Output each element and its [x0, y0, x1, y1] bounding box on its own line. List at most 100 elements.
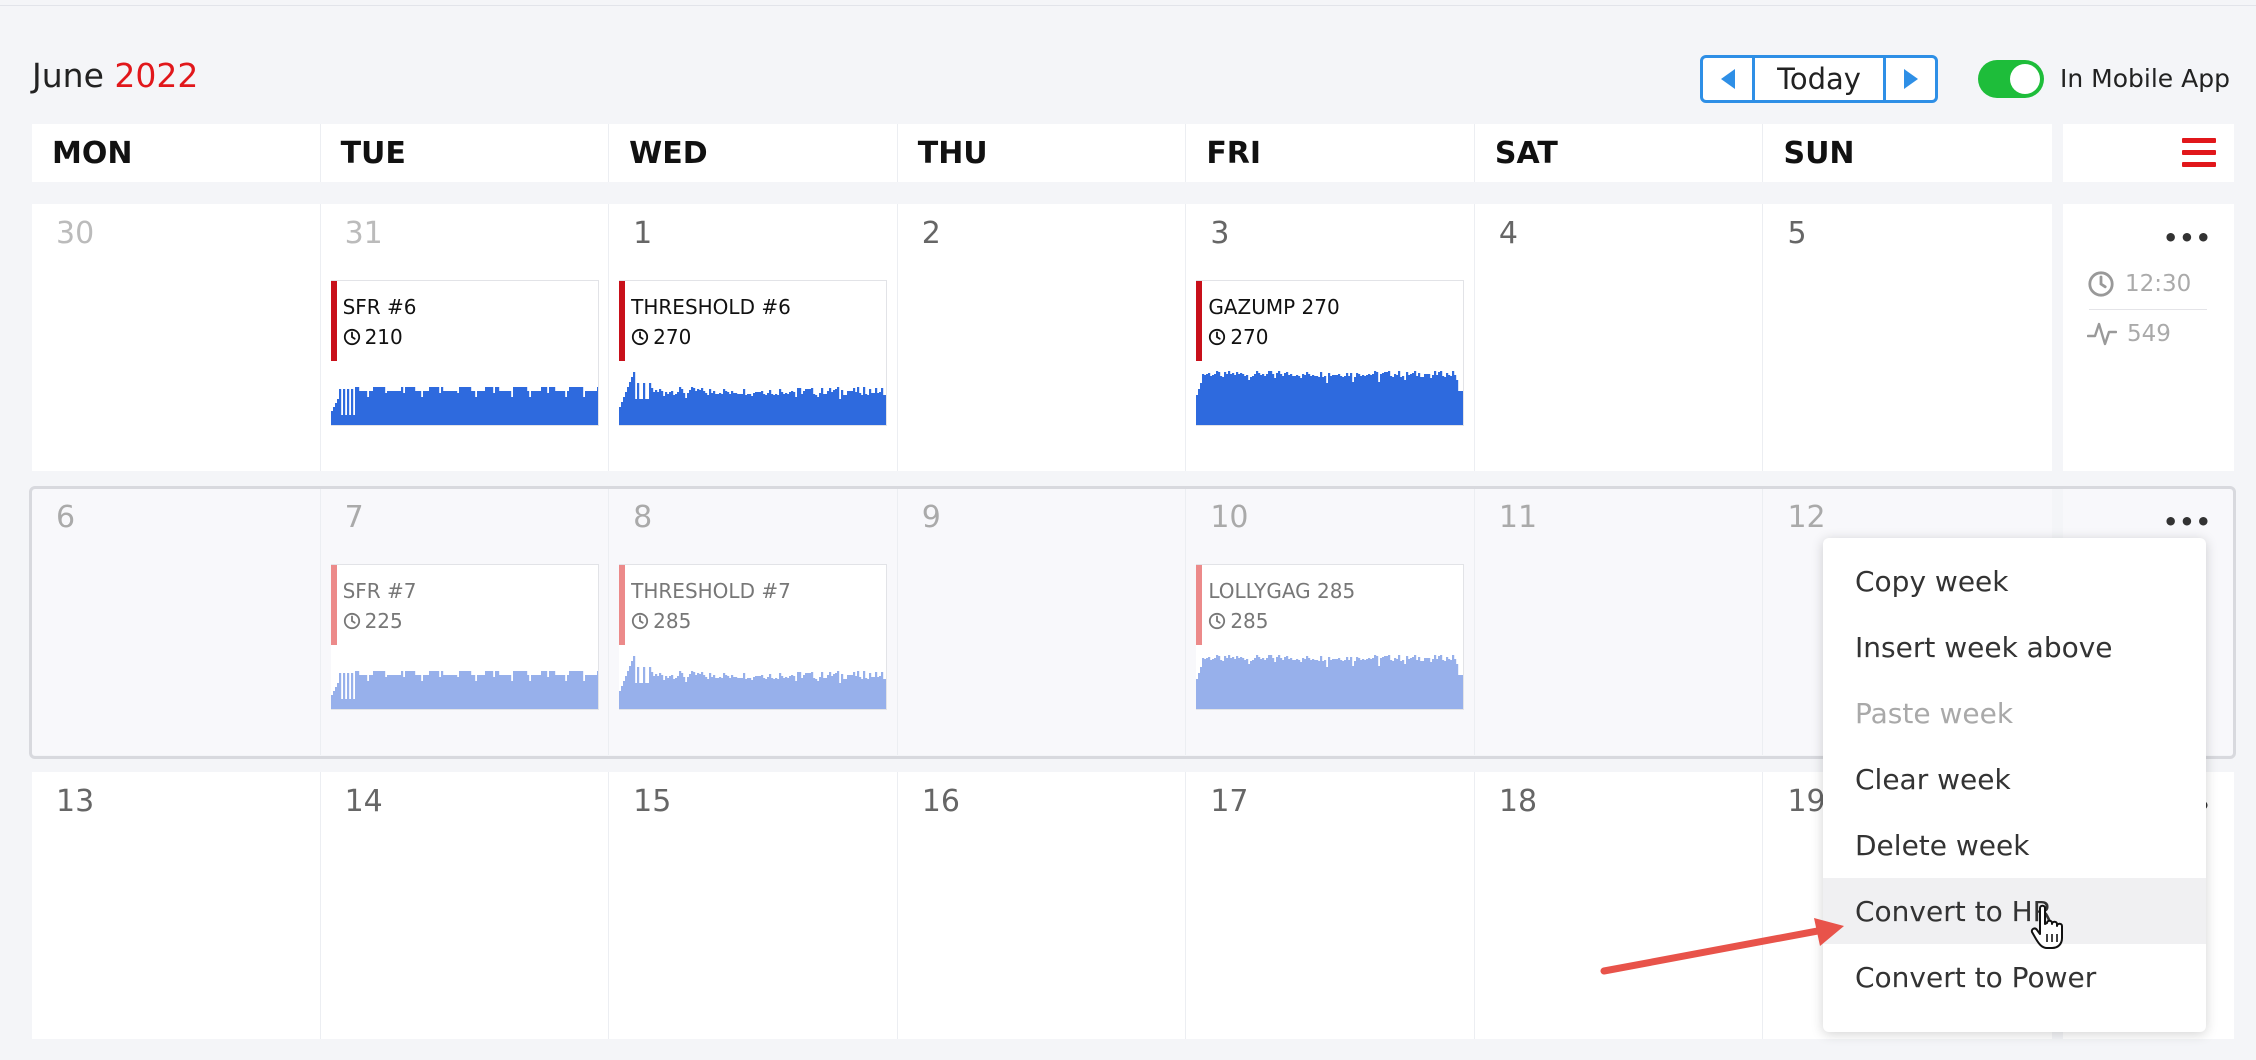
- workout-name: LOLLYGAG 285: [1208, 579, 1356, 603]
- week-row: 13 14 15 16 17 18 19: [32, 772, 2052, 1039]
- day-cell[interactable]: 3 GAZUMP 270 270: [1186, 204, 1475, 471]
- annotation-arrow-icon: [1600, 918, 1844, 975]
- today-button[interactable]: Today: [1755, 58, 1883, 100]
- day-number: 14: [344, 784, 383, 819]
- workout-card[interactable]: THRESHOLD #6 270: [619, 280, 888, 426]
- menu-item-clear-week[interactable]: Clear week: [1823, 746, 2206, 812]
- workout-value: 225: [364, 609, 403, 633]
- day-cell[interactable]: 5: [1763, 204, 2052, 471]
- week-context-menu: Copy week Insert week above Paste week Clea…: [1823, 538, 2206, 1032]
- summary-divider: [2089, 309, 2207, 310]
- workout-power-graph: [330, 671, 598, 709]
- triangle-right-icon: [1903, 69, 1918, 89]
- clock-icon: [1209, 328, 1226, 346]
- day-number: 2: [921, 216, 941, 251]
- pulse-icon: [2087, 322, 2117, 346]
- day-cell[interactable]: 10 LOLLYGAG 285 285: [1186, 488, 1475, 755]
- day-cell[interactable]: 30: [32, 204, 321, 471]
- workout-card[interactable]: SFR #7 225: [330, 564, 599, 710]
- day-number: 6: [56, 500, 76, 535]
- day-cell[interactable]: 6: [32, 488, 321, 755]
- day-cell[interactable]: 17: [1186, 772, 1475, 1039]
- clock-icon: [1209, 612, 1226, 630]
- day-cell[interactable]: 1 THRESHOLD #6 270: [609, 204, 898, 471]
- more-options-icon[interactable]: •••: [2163, 224, 2212, 252]
- menu-item-paste-week[interactable]: Paste week: [1823, 680, 2206, 746]
- day-cell[interactable]: 7 SFR #7 225: [321, 488, 610, 755]
- day-cell[interactable]: 8 THRESHOLD #7 285: [609, 488, 898, 755]
- workout-color-bar: [619, 281, 626, 361]
- workout-name: SFR #6: [342, 295, 417, 319]
- workout-value: 270: [653, 325, 692, 349]
- toggle-knob: [2010, 64, 2040, 94]
- workout-card[interactable]: GAZUMP 270 270: [1196, 280, 1465, 426]
- weekday-sat: SAT: [1475, 124, 1764, 182]
- workout-power-graph: [619, 656, 887, 709]
- workout-power-graph: [330, 387, 598, 425]
- menu-item-delete-week[interactable]: Delete week: [1823, 812, 2206, 878]
- weekday-thu: THU: [898, 124, 1187, 182]
- day-number: 1: [633, 216, 653, 251]
- month-name: June: [32, 56, 104, 95]
- day-cell[interactable]: 11: [1475, 488, 1764, 755]
- top-divider: [0, 0, 2256, 6]
- mobile-app-toggle[interactable]: [1978, 60, 2044, 98]
- day-number: 31: [344, 216, 383, 251]
- day-cell[interactable]: 31 SFR #6 210: [321, 204, 610, 471]
- workout-power-graph: [1196, 371, 1464, 425]
- hand-cursor-icon: [2030, 904, 2063, 949]
- workout-name: THRESHOLD #6: [631, 295, 791, 319]
- day-number: 13: [56, 784, 95, 819]
- weekday-tue: TUE: [321, 124, 610, 182]
- hamburger-menu-icon[interactable]: [2182, 138, 2216, 168]
- month-title: June 2022: [32, 56, 198, 95]
- mobile-app-label: In Mobile App: [2060, 64, 2230, 93]
- day-number: 19: [1787, 784, 1826, 819]
- workout-card[interactable]: LOLLYGAG 285 285: [1196, 564, 1465, 710]
- summary-load-value: 549: [2127, 321, 2171, 347]
- workout-card[interactable]: SFR #6 210: [330, 280, 599, 426]
- workout-name: THRESHOLD #7: [631, 579, 791, 603]
- day-number: 12: [1787, 500, 1826, 535]
- day-cell[interactable]: 2: [898, 204, 1187, 471]
- day-cell[interactable]: 9: [898, 488, 1187, 755]
- previous-month-button[interactable]: [1703, 58, 1755, 100]
- day-number: 15: [633, 784, 672, 819]
- day-cell[interactable]: 15: [609, 772, 898, 1039]
- summary-header: [2063, 124, 2234, 182]
- day-cell[interactable]: 14: [321, 772, 610, 1039]
- day-number: 16: [921, 784, 960, 819]
- clock-icon: [632, 612, 649, 630]
- workout-card[interactable]: THRESHOLD #7 285: [619, 564, 888, 710]
- workout-value-row: 285: [1208, 609, 1269, 633]
- day-number: 9: [921, 500, 941, 535]
- menu-item-copy-week[interactable]: Copy week: [1823, 548, 2206, 614]
- day-cell[interactable]: 18: [1475, 772, 1764, 1039]
- more-options-icon[interactable]: •••: [2163, 508, 2212, 536]
- day-number: 18: [1498, 784, 1538, 819]
- workout-color-bar: [1196, 565, 1203, 645]
- menu-item-convert-to-hr[interactable]: Convert to HR: [1823, 878, 2206, 944]
- week-summary: ••• 12:30 549: [2063, 204, 2234, 471]
- workout-name: GAZUMP 270: [1208, 295, 1340, 319]
- workout-value-row: 225: [343, 609, 403, 633]
- day-cell[interactable]: 13: [32, 772, 321, 1039]
- month-year: 2022: [114, 56, 199, 95]
- weekday-header: MON TUE WED THU FRI SAT SUN: [32, 124, 2052, 182]
- clock-icon: [2088, 271, 2114, 297]
- triangle-left-icon: [1720, 69, 1735, 89]
- next-month-button[interactable]: [1883, 58, 1935, 100]
- workout-value-row: 270: [1208, 325, 1269, 349]
- menu-item-convert-to-power[interactable]: Convert to Power: [1823, 944, 2206, 1010]
- workout-value: 270: [1230, 325, 1269, 349]
- workout-value-row: 210: [343, 325, 403, 349]
- day-number: 10: [1210, 500, 1249, 535]
- day-number: 4: [1498, 216, 1518, 251]
- day-number: 17: [1210, 784, 1249, 819]
- workout-power-graph: [1196, 655, 1464, 709]
- summary-load: 549: [2087, 320, 2171, 348]
- day-cell[interactable]: 16: [898, 772, 1187, 1039]
- menu-item-insert-week-above[interactable]: Insert week above: [1823, 614, 2206, 680]
- day-number: 3: [1210, 216, 1230, 251]
- day-cell[interactable]: 4: [1475, 204, 1764, 471]
